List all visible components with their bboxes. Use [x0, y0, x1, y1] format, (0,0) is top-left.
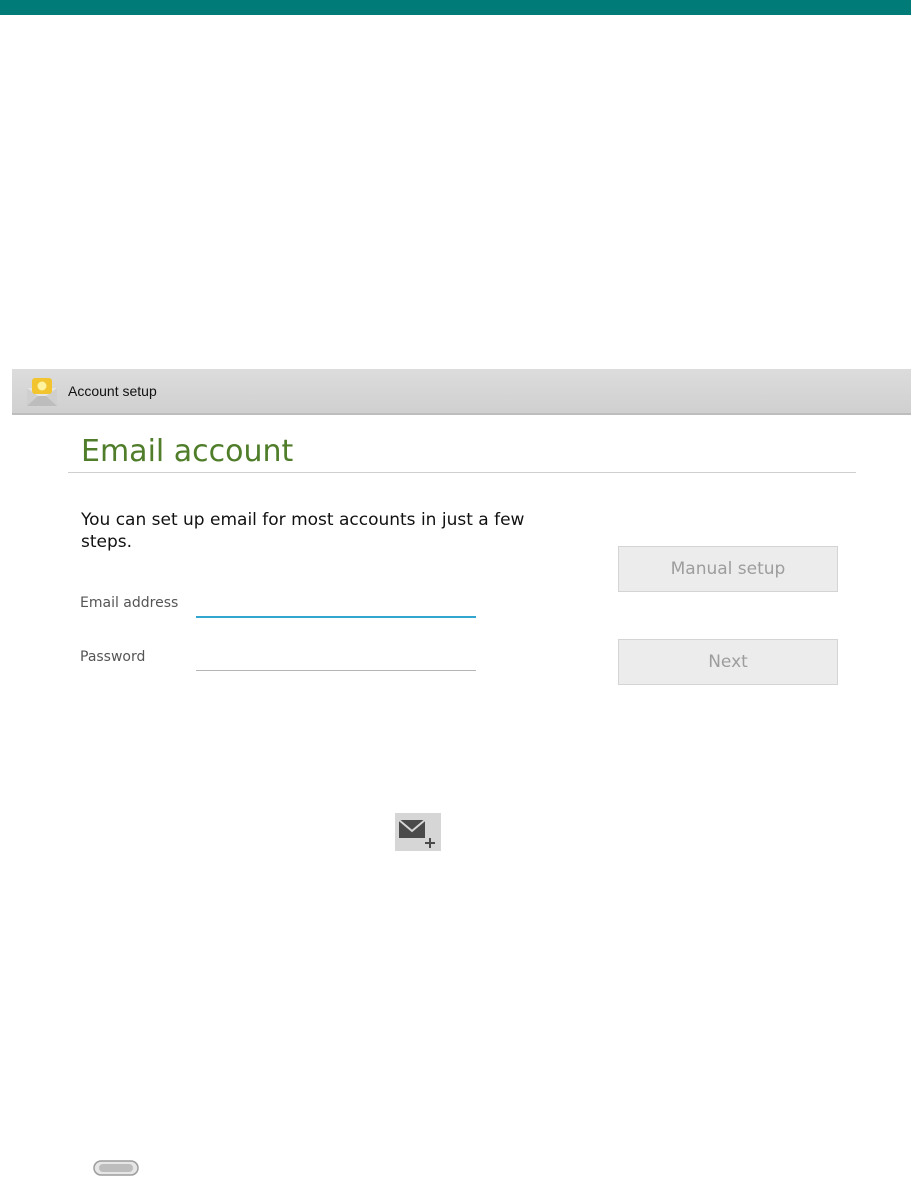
email-field[interactable] — [196, 592, 476, 618]
navigation-pill-icon[interactable] — [93, 1160, 139, 1176]
intro-text: You can set up email for most accounts i… — [81, 510, 525, 552]
email-app-icon[interactable] — [24, 374, 60, 410]
add-email-icon[interactable] — [395, 813, 441, 851]
email-label: Email address — [80, 595, 179, 611]
next-label: Next — [708, 652, 748, 672]
action-bar: Account setup — [12, 369, 911, 415]
heading-divider — [68, 472, 856, 473]
next-button[interactable]: Next — [618, 639, 838, 685]
manual-setup-label: Manual setup — [670, 559, 786, 579]
status-bar — [0, 0, 911, 15]
password-field[interactable] — [196, 645, 476, 671]
manual-setup-button[interactable]: Manual setup — [618, 546, 838, 592]
page-title: Email account — [81, 434, 294, 469]
password-label: Password — [80, 649, 146, 665]
action-bar-title: Account setup — [68, 383, 157, 399]
